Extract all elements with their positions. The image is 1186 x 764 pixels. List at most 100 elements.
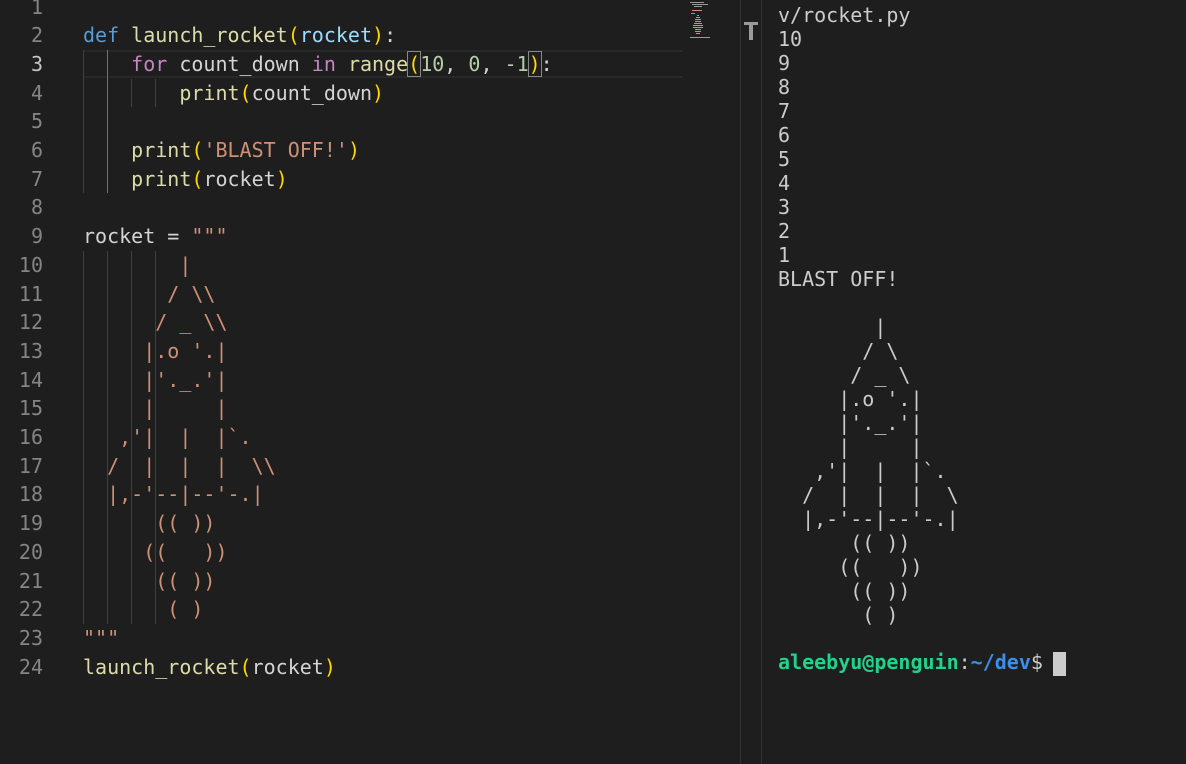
code-text: |: [83, 251, 191, 280]
terminal-line: ,'| | |`.: [778, 459, 947, 483]
terminal-line: 10: [778, 27, 803, 51]
scroll-marker-icon: [744, 22, 758, 40]
line-number: 12: [18, 310, 43, 335]
code-token: ): [527, 50, 542, 77]
code-token: rocket: [299, 23, 373, 48]
code-line[interactable]: 6 print('BLAST OFF!'): [0, 136, 740, 165]
code-line[interactable]: 13 |.o '.|: [0, 337, 740, 366]
code-token: |,-'--|--'-.|: [83, 482, 264, 507]
indent-guide: [131, 250, 133, 624]
code-token: (: [191, 166, 204, 191]
code-token: """: [83, 625, 120, 650]
code-token: ,: [480, 51, 505, 76]
terminal-line: 3: [778, 195, 791, 219]
code-line[interactable]: 16 ,'| | |`.: [0, 423, 740, 452]
code-line[interactable]: 7 print(rocket): [0, 165, 740, 194]
terminal-panel[interactable]: v/rocket.py 10 9 8 7 6 5 4 3 2 1 BLAST OFF! | / \ /…: [763, 0, 1186, 764]
code-token: count_down: [167, 51, 312, 76]
code-line[interactable]: 9 rocket = """: [0, 222, 740, 251]
terminal-line: 8: [778, 75, 791, 99]
terminal-line: 5: [778, 147, 791, 171]
terminal-line: v/rocket.py: [778, 3, 911, 27]
code-line[interactable]: 10 |: [0, 251, 740, 280]
code-line[interactable]: 11 / \\: [0, 280, 740, 309]
line-number: 3: [30, 51, 43, 76]
prompt-dollar: $: [1030, 650, 1055, 674]
terminal-line: | |: [778, 435, 923, 459]
code-line[interactable]: 2 def launch_rocket(rocket):: [0, 21, 740, 50]
indent-guide: [107, 250, 109, 624]
code-token: ): [372, 23, 385, 48]
terminal-line: (( )): [778, 579, 911, 603]
line-number: 4: [30, 80, 43, 105]
code-token: print: [131, 166, 192, 191]
code-line[interactable]: 20 (( )): [0, 538, 740, 567]
line-number: 2: [30, 23, 43, 48]
line-number: 9: [30, 224, 43, 249]
code-line[interactable]: 21 (( )): [0, 567, 740, 596]
terminal-line: |'._.'|: [778, 411, 923, 435]
terminal-line: 4: [778, 171, 791, 195]
line-number: 15: [18, 396, 43, 421]
code-text: """: [83, 624, 119, 653]
code-token: |: [83, 252, 192, 277]
line-number: 5: [30, 109, 43, 134]
terminal-line: (( )): [778, 555, 923, 579]
code-line[interactable]: 19 (( )): [0, 509, 740, 538]
terminal-line: 1: [778, 243, 791, 267]
code-line[interactable]: 8: [0, 193, 740, 222]
line-number: 21: [18, 568, 43, 593]
terminal-line: BLAST OFF!: [778, 267, 899, 291]
terminal-line: / | | | \: [778, 483, 959, 507]
terminal-line: 7: [778, 99, 791, 123]
prompt-user: aleebyu@penguin: [778, 650, 959, 674]
code-line[interactable]: 24 launch_rocket(rocket): [0, 653, 740, 682]
line-number: 16: [18, 425, 43, 449]
code-line[interactable]: 23 """: [0, 624, 740, 653]
code-token: print: [179, 80, 240, 105]
code-line[interactable]: 18 |,-'--|--'-.|: [0, 480, 740, 509]
code-token: rocket: [251, 654, 324, 679]
code-token: ): [372, 80, 385, 105]
code-token: rocket =: [83, 224, 192, 249]
code-text: print(rocket): [83, 165, 288, 194]
panel-divider[interactable]: [740, 0, 762, 764]
code-line[interactable]: 22 ( ): [0, 595, 740, 624]
terminal-prompt: aleebyu@penguin:~/dev$: [778, 650, 1055, 674]
code-line[interactable]: 3 for count_down in range(10, 0, -1):: [0, 49, 740, 79]
code-token: range: [347, 51, 409, 76]
code-line[interactable]: 17 / | | | \\: [0, 452, 740, 481]
code-token: / \\: [83, 281, 216, 306]
minimap[interactable]: [688, 0, 718, 45]
code-line[interactable]: 5: [0, 107, 740, 136]
code-line[interactable]: 14 |'._.'|: [0, 366, 740, 395]
code-token: ,'| | |`.: [83, 425, 252, 449]
code-line[interactable]: 1: [0, 0, 740, 21]
code-text: print('BLAST OFF!'): [83, 136, 360, 165]
code-text: def launch_rocket(rocket):: [83, 21, 396, 50]
terminal-line: |: [778, 315, 887, 339]
indent-guide: [83, 250, 84, 624]
code-text: (( )): [83, 509, 215, 538]
indent-guide: [131, 78, 133, 108]
code-token: 'BLAST OFF!': [203, 138, 348, 162]
code-text: / | | | \\: [83, 452, 276, 481]
terminal-line: |.o '.|: [778, 387, 923, 411]
code-editor[interactable]: 1 2 def launch_rocket(rocket): 3 for count_…: [0, 0, 740, 764]
code-line[interactable]: 4 print(count_down): [0, 79, 740, 108]
code-text: |,-'--|--'-.|: [83, 480, 264, 509]
code-token: launch_rocket: [131, 23, 288, 48]
code-token: """: [191, 224, 228, 249]
line-number: 19: [18, 511, 43, 536]
code-token: :: [384, 23, 397, 48]
code-line[interactable]: 15 | |: [0, 394, 740, 423]
line-number: 20: [18, 539, 43, 564]
code-token: count_down: [251, 80, 373, 105]
code-token: (: [239, 654, 252, 679]
code-line[interactable]: 12 / _ \\: [0, 308, 740, 337]
line-number: 24: [18, 654, 43, 679]
code-token: def: [83, 23, 120, 48]
code-token: (: [191, 138, 204, 162]
terminal-line: ( ): [778, 603, 899, 627]
